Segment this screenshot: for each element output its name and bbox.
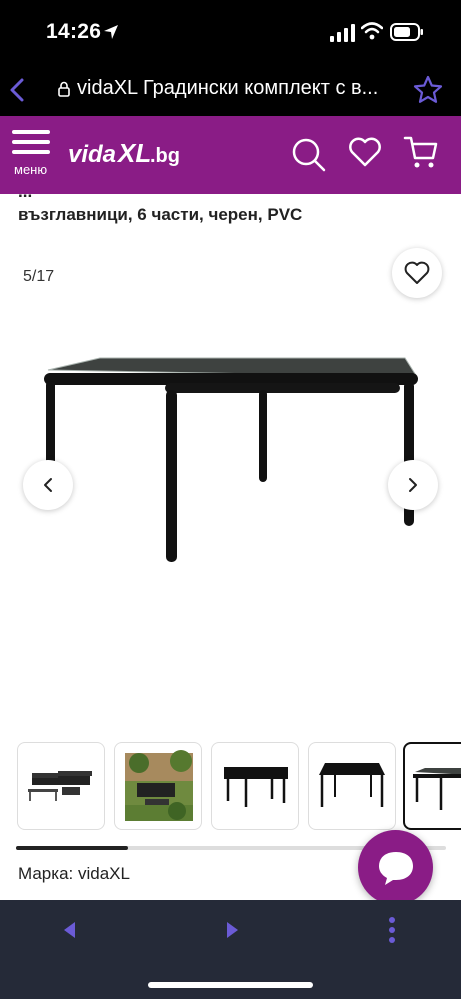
product-image-table bbox=[44, 357, 418, 562]
thumbnail-table-glass[interactable] bbox=[403, 742, 461, 830]
gallery-prev-button[interactable] bbox=[23, 460, 73, 510]
thumbnail-table-side[interactable] bbox=[211, 742, 299, 830]
browser-bar: vidaXL Градински комплект с в... bbox=[0, 64, 461, 116]
svg-text:vida: vida bbox=[68, 141, 116, 168]
favorite-button[interactable] bbox=[392, 248, 442, 298]
thumbnail-strip[interactable] bbox=[0, 742, 461, 832]
product-title: възглавници, 6 части, черен, PVC bbox=[18, 205, 303, 224]
star-icon[interactable] bbox=[413, 75, 443, 105]
site-header: меню vida XL .bg bbox=[0, 116, 461, 194]
vidaxl-logo[interactable]: vida XL .bg bbox=[68, 132, 188, 172]
browser-back-icon[interactable] bbox=[6, 76, 28, 104]
chat-button[interactable] bbox=[358, 830, 433, 905]
heart-icon bbox=[404, 261, 430, 284]
wifi-icon bbox=[361, 22, 383, 40]
thumbnail-garden-photo[interactable] bbox=[114, 742, 202, 830]
brand-line: Марка: vidaXL bbox=[18, 864, 130, 883]
menu-label: меню bbox=[14, 162, 48, 177]
more-options-icon[interactable] bbox=[384, 916, 400, 944]
chat-bubble-icon bbox=[379, 852, 413, 885]
product-gallery[interactable] bbox=[0, 300, 461, 720]
lock-icon bbox=[58, 81, 70, 97]
cart-icon[interactable] bbox=[403, 134, 439, 170]
menu-button[interactable]: меню bbox=[12, 130, 56, 190]
chevron-left-icon bbox=[44, 478, 52, 492]
status-bar: 14:26 bbox=[0, 0, 461, 64]
status-time: 14:26 bbox=[46, 20, 102, 43]
toolbar-back-icon[interactable] bbox=[60, 920, 80, 940]
home-indicator bbox=[148, 982, 313, 988]
browser-bottom-toolbar bbox=[0, 900, 461, 999]
chevron-right-icon bbox=[409, 478, 417, 492]
cellular-signal-icon bbox=[330, 24, 355, 42]
search-icon[interactable] bbox=[290, 136, 328, 174]
thumbnail-set-overview[interactable] bbox=[17, 742, 105, 830]
svg-text:.bg: .bg bbox=[150, 145, 180, 167]
gallery-next-button[interactable] bbox=[388, 460, 438, 510]
svg-text:XL: XL bbox=[116, 138, 151, 168]
wishlist-heart-icon[interactable] bbox=[348, 136, 382, 168]
thumbnail-scrollbar-thumb[interactable] bbox=[16, 846, 128, 850]
page-title-url[interactable]: vidaXL Градински комплект с в... bbox=[77, 77, 399, 100]
hamburger-icon bbox=[12, 130, 56, 154]
location-arrow-icon bbox=[104, 25, 118, 39]
battery-icon bbox=[390, 23, 423, 41]
thumbnail-table-angle[interactable] bbox=[308, 742, 396, 830]
image-counter: 5/17 bbox=[23, 268, 55, 285]
toolbar-forward-icon[interactable] bbox=[222, 920, 242, 940]
